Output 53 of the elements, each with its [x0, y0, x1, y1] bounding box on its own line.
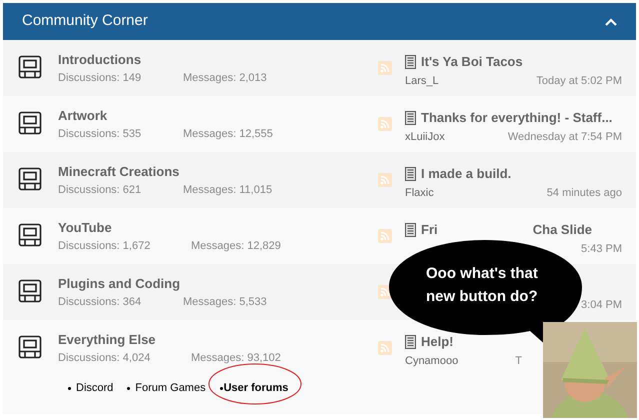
messages-count: Messages: 2,013 [183, 71, 267, 85]
messages-count: Messages: 5,533 [183, 295, 267, 309]
messages-count: Messages: 11,015 [183, 183, 272, 197]
forum-icon [18, 279, 42, 303]
discussions-count: Discussions: 535 [58, 127, 142, 141]
post-time: Today at 5:02 PM [536, 74, 622, 88]
forum-icon [18, 335, 42, 359]
forum-title[interactable]: YouTube [58, 219, 378, 236]
forum-title[interactable]: Introductions [58, 51, 378, 68]
forum-icon [18, 111, 42, 135]
forum-title[interactable]: Artwork [58, 107, 378, 124]
discussions-count: Discussions: 1,672 [58, 239, 152, 253]
messages-count: Messages: 12,829 [191, 239, 281, 253]
post-author[interactable]: xLuiiJox [405, 130, 445, 144]
thread-title[interactable]: Thanks for everything! - Staff... [421, 108, 612, 128]
thread-title[interactable]: I made a build. [421, 164, 512, 184]
messages-count: Messages: 93,102 [191, 351, 281, 365]
bullet-icon [68, 386, 71, 390]
bullet-icon [127, 386, 130, 390]
document-icon [405, 222, 416, 236]
forum-icon [18, 223, 42, 247]
bullet-icon [220, 386, 223, 390]
thread-title[interactable]: Cha Slide [532, 220, 592, 240]
forum-title[interactable]: Everything Else [58, 331, 378, 348]
document-icon [405, 166, 416, 180]
document-icon [405, 54, 416, 68]
forum-icon [18, 55, 42, 79]
discussions-count: Discussions: 4,024 [58, 351, 152, 365]
post-time: T [515, 354, 522, 368]
discussions-count: Discussions: 364 [58, 295, 142, 309]
subforum-link[interactable]: Discord [68, 380, 114, 396]
post-author[interactable]: Lars_L [405, 74, 439, 88]
forum-icon [18, 167, 42, 191]
subforum-link[interactable]: Forum Games [127, 380, 206, 396]
thread-title[interactable]: It's Ya Boi Tacos [421, 52, 523, 72]
document-icon [405, 110, 416, 124]
thread-title[interactable]: Help! [421, 332, 454, 352]
thread-title[interactable]: Fri [421, 220, 438, 240]
post-time: 5:43 PM [581, 242, 622, 256]
document-icon [405, 334, 416, 348]
post-author[interactable]: Flaxic [405, 186, 434, 200]
bubble-text: Ooo what's that new button do? [426, 264, 539, 307]
discussions-count: Discussions: 621 [58, 183, 142, 197]
post-time: 54 minutes ago [546, 186, 622, 200]
discussions-count: Discussions: 149 [58, 71, 142, 85]
post-time: 3:04 PM [581, 298, 622, 312]
forum-title[interactable]: Minecraft Creations [58, 163, 378, 180]
forum-title[interactable]: Plugins and Coding [58, 275, 378, 292]
messages-count: Messages: 12,555 [183, 127, 273, 141]
post-time: Wednesday at 7:54 PM [508, 130, 622, 144]
post-author[interactable]: Cynamooo [405, 354, 458, 368]
chevron-icon[interactable] [605, 18, 617, 26]
category-title: Community Corner [22, 11, 148, 32]
